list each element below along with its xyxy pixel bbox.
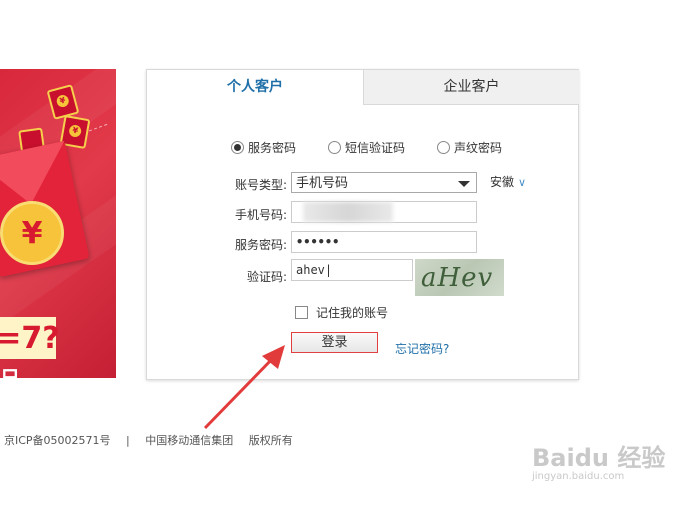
watermark-url: jingyan.baidu.com: [532, 471, 625, 482]
footer: 京ICP备05002571号 | 中国移动通信集团 版权所有: [4, 432, 305, 448]
footer-rights: 版权所有: [248, 434, 293, 447]
watermark-brand: Baidu 经验: [532, 444, 666, 472]
footer-separator: |: [126, 434, 130, 447]
baidu-watermark: Baidu 经验 jingyan.baidu.com: [532, 438, 665, 482]
footer-company: 中国移动通信集团: [145, 434, 234, 447]
footer-icp[interactable]: 京ICP备05002571号: [4, 434, 111, 447]
